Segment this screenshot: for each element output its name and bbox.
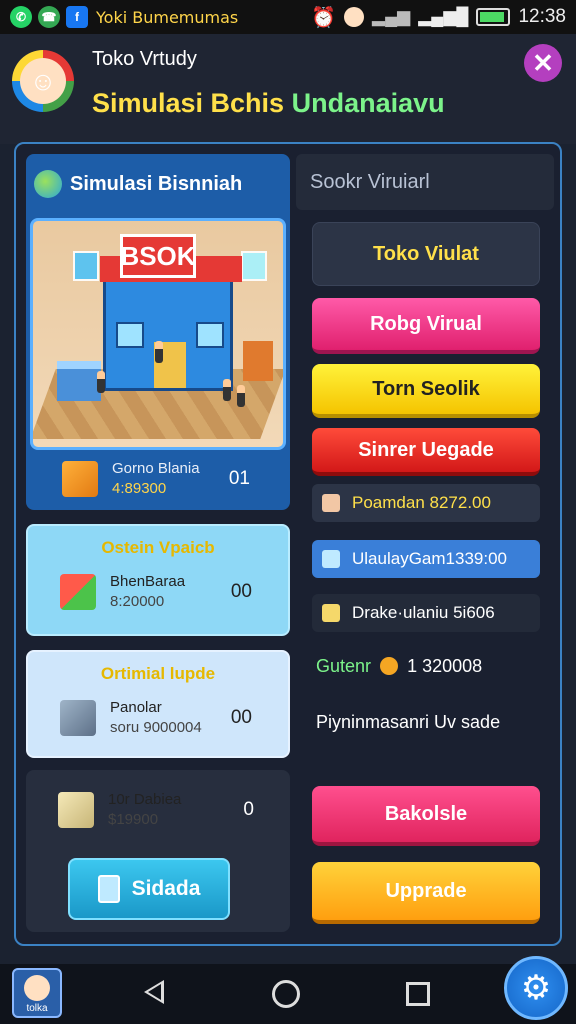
drake-row[interactable]: Drake·ulaniu 5i606: [312, 594, 540, 632]
sinrer-uegade-button[interactable]: Sinrer Uegade: [312, 428, 540, 476]
navigation-bar: tolka: [0, 964, 576, 1024]
mascot-face-icon: ☺: [20, 58, 66, 104]
shop-building: BSOK: [100, 234, 242, 391]
gift-box-icon: [60, 574, 96, 610]
orange-box-icon: [62, 461, 98, 497]
phone-icon: ☎: [38, 6, 60, 28]
product-card-1-name: BhenBaraa: [110, 573, 186, 590]
ulaulay-row-label: UlaulayGam1339:00: [352, 549, 507, 568]
left-column: Simulasi Bisnniah BSOK Gorno Blania 4:89…: [26, 154, 290, 934]
poamdan-row-label: Poamdan 8272.00: [352, 493, 491, 512]
battery-icon: [476, 8, 511, 26]
app-title-part2: Undanaiavu: [291, 88, 445, 118]
back-icon[interactable]: [144, 980, 164, 1004]
status-bar: ✆ ☎ f Yoki Bumemumas ⏰ ▂▄▆ ▂▄▆█ 12:38: [0, 0, 576, 34]
whatsapp-icon: ✆: [10, 6, 32, 28]
settings-gear-icon[interactable]: ⚙: [504, 956, 568, 1020]
poamdan-row[interactable]: Poamdan 8272.00: [312, 484, 540, 522]
left-panel-header: Simulasi Bisnniah: [26, 154, 290, 214]
facebook-icon: f: [66, 6, 88, 28]
bakolsle-button[interactable]: Bakolsle: [312, 786, 540, 846]
cake-icon: [322, 494, 340, 512]
torn-seolik-button[interactable]: Torn Seolik: [312, 364, 540, 418]
shop-preview-card: BSOK Gorno Blania 4:89300 01: [26, 214, 290, 510]
cup-icon: [97, 875, 120, 903]
jar-icon: [322, 550, 340, 568]
right-column: Sookr Viruiarl Toko Viulat Robg Virual T…: [296, 154, 554, 934]
globe-icon: [34, 170, 62, 198]
register-box-icon: [60, 700, 96, 736]
right-panel-header: Sookr Viruiarl: [296, 154, 554, 210]
app-shortcut[interactable]: tolka: [12, 968, 62, 1018]
close-button[interactable]: ✕: [524, 44, 562, 82]
product-card-2-name: Panolar: [110, 699, 162, 716]
product-card-3-count: 0: [243, 799, 254, 820]
sidada-button[interactable]: Sidada: [68, 858, 230, 920]
ulaulay-row[interactable]: UlaulayGam1339:00: [312, 540, 540, 578]
inventory-item-price: 4:89300: [112, 480, 167, 497]
drake-row-label: Drake·ulaniu 5i606: [352, 603, 495, 622]
inventory-item-count: 01: [228, 468, 250, 489]
gutenr-value: 1 320008: [407, 656, 483, 676]
left-panel-title: Simulasi Bisnniah: [70, 172, 243, 195]
product-card-1-price: 8:20000: [110, 593, 165, 610]
main-panel: Simulasi Bisnniah BSOK Gorno Blania 4:89…: [14, 142, 562, 946]
app-shortcut-label: tolka: [26, 1003, 48, 1014]
profile-icon: [344, 7, 364, 27]
product-card-3-name: 10r Dabiea: [108, 791, 182, 808]
sidada-button-label: Sidada: [131, 877, 201, 900]
shop-sign: BSOK: [120, 234, 196, 278]
app-subtitle: Toko Vrtudy: [92, 48, 197, 70]
product-card-1[interactable]: Ostein Vpaicb BhenBaraa 8:20000 00: [26, 524, 290, 636]
wifi-signal-icon: ▂▄▆█: [418, 7, 469, 26]
app-header: ☺ Toko Vrtudy Simulasi Bchis Undanaiavu …: [0, 34, 576, 144]
inventory-item-row[interactable]: Gorno Blania 4:89300 01: [30, 450, 286, 508]
product-card-2-count: 00: [230, 707, 252, 728]
toko-button[interactable]: Toko Viulat: [312, 222, 540, 286]
app-title-part1: Simulasi Bchis: [92, 88, 285, 118]
app-title: Simulasi Bchis Undanaiavu: [92, 88, 445, 119]
gutenr-label: Gutenr: [316, 656, 372, 676]
robg-virual-button[interactable]: Robg Virual: [312, 298, 540, 354]
mascot-avatar[interactable]: ☺: [12, 50, 74, 112]
upgrade-button[interactable]: Upprade: [312, 862, 540, 924]
cheese-icon: [322, 604, 340, 622]
status-app-label: Yoki Bumemumas: [96, 7, 239, 27]
signal-icon: ▂▄▆: [372, 7, 411, 26]
shop-scene-image: BSOK: [30, 218, 286, 450]
product-card-1-count: 00: [230, 581, 252, 602]
product-card-1-title: Ostein Vpaicb: [101, 538, 215, 557]
pinmian-text: Piyninmasanri Uv sade: [316, 712, 501, 732]
product-card-2-title: Ortimial lupde: [100, 664, 216, 683]
crate-icon: [58, 792, 94, 828]
coin-icon: [380, 657, 399, 675]
home-icon[interactable]: [272, 980, 300, 1008]
gutenr-line: Gutenr 1 320008: [316, 656, 482, 677]
product-card-2-price: soru 9000004: [110, 719, 202, 736]
product-card-2[interactable]: Ortimial lupde Panolar soru 9000004 00: [26, 650, 290, 758]
status-time: 12:38: [518, 6, 566, 27]
alarm-icon: ⏰: [311, 6, 336, 29]
inventory-item-name: Gorno Blania: [112, 460, 200, 477]
product-card-3-price: $19900: [108, 811, 159, 828]
mascot-icon: [24, 975, 50, 1001]
recent-apps-icon[interactable]: [406, 982, 430, 1006]
product-card-3: 10r Dabiea $19900 0 Sidada: [26, 770, 290, 932]
